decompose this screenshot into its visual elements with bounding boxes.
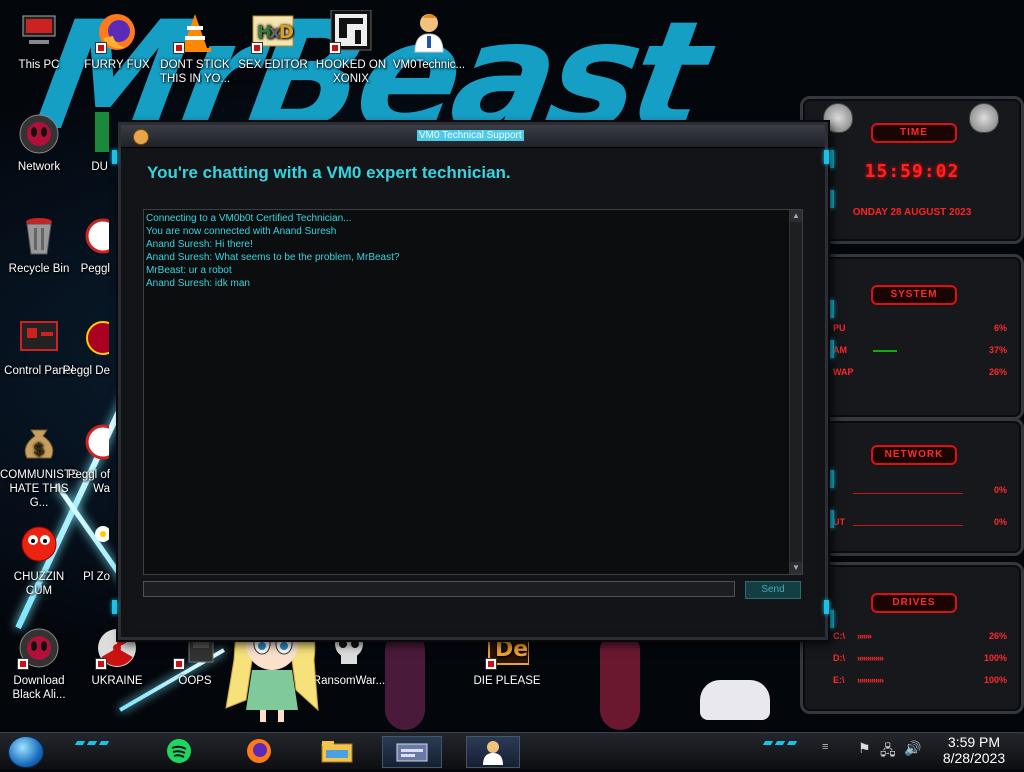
money-bag-icon: $ bbox=[17, 420, 61, 464]
desktop-icon-this-pc[interactable]: This PC bbox=[0, 10, 78, 72]
rail-light bbox=[828, 300, 834, 318]
network-row-in: 0% bbox=[993, 485, 1007, 495]
rail-light bbox=[828, 340, 834, 358]
chat-scrollbar[interactable]: ▲ ▼ bbox=[789, 210, 802, 574]
wallpaper-sneaker bbox=[700, 680, 770, 720]
alien-download-icon bbox=[17, 626, 61, 670]
drives-gadget-tab: DRIVES bbox=[871, 593, 957, 613]
chat-log[interactable]: Connecting to a VM0b0t Certified Technic… bbox=[143, 209, 803, 575]
window-app-icon bbox=[396, 743, 428, 762]
desktop-icon-peggle-wa[interactable]: Peggl of Wa bbox=[62, 420, 112, 496]
taskbar-window-app[interactable] bbox=[382, 736, 442, 768]
wallpaper-figure bbox=[385, 630, 425, 730]
window-edge-light bbox=[112, 600, 117, 614]
firefox-icon bbox=[95, 10, 139, 54]
desktop-icon-peggle[interactable]: Peggl bbox=[62, 214, 112, 276]
svg-text:$: $ bbox=[33, 439, 44, 458]
chat-message: MrBeast: ur a robot bbox=[146, 265, 232, 276]
ram-bar bbox=[873, 350, 897, 352]
time-gadget-tab: TIME bbox=[871, 123, 957, 143]
send-button[interactable]: Send bbox=[745, 581, 801, 599]
system-gadget[interactable]: SYSTEM PU 6% AM 37% WAP 26% bbox=[800, 254, 1024, 420]
peggle-icon bbox=[65, 316, 112, 360]
drive-row-c: C:\ ››››››› 26% bbox=[833, 631, 1007, 641]
xonix-game-icon bbox=[329, 9, 373, 54]
taskbar-firefox[interactable] bbox=[236, 736, 282, 766]
flower-icon bbox=[65, 522, 111, 566]
clock-date: 8/28/2023 bbox=[942, 750, 1006, 766]
recycle-bin-icon bbox=[17, 214, 61, 258]
svg-text:De: De bbox=[495, 637, 528, 662]
window-edge-light bbox=[824, 150, 829, 164]
window-edge-light bbox=[112, 150, 117, 164]
peggle-icon bbox=[65, 214, 112, 258]
system-row-ram: AM 37% bbox=[833, 345, 1007, 355]
control-panel-icon bbox=[17, 316, 61, 360]
chat-message: Connecting to a VM0b0t Certified Technic… bbox=[146, 213, 352, 224]
gadget-clock-date: ONDAY 28 AUGUST 2023 bbox=[852, 207, 972, 218]
chat-window[interactable]: VM0 Technical Support You're chatting wi… bbox=[118, 122, 828, 640]
window-titlebar[interactable]: VM0 Technical Support bbox=[121, 125, 825, 148]
system-row-swap: WAP 26% bbox=[833, 367, 1007, 377]
peggle-icon bbox=[65, 420, 112, 464]
desktop-icon-sex-editor[interactable]: HxD SEX EDITOR bbox=[234, 10, 312, 72]
rail-light bbox=[828, 470, 834, 488]
chat-heading: You're chatting with a VM0 expert techni… bbox=[147, 163, 511, 182]
gadget-clock-time: 15:59:02 bbox=[864, 161, 960, 182]
alien-head-icon bbox=[969, 103, 999, 133]
wallpaper-figure bbox=[600, 630, 640, 730]
network-gadget-tab: NETWORK bbox=[871, 445, 957, 465]
taskbar-file-explorer[interactable] bbox=[314, 736, 360, 766]
drive-row-e: E:\ ››››››››››››› 100% bbox=[833, 675, 1007, 685]
flag-icon[interactable]: ⚑ bbox=[858, 740, 871, 757]
file-explorer-icon bbox=[321, 741, 353, 763]
desktop-icon-download-black-ali[interactable]: Download Black Ali... bbox=[0, 626, 78, 702]
spotify-icon bbox=[167, 739, 191, 763]
computer-icon bbox=[17, 10, 61, 54]
time-gadget[interactable]: TIME 15:59:02 ONDAY 28 AUGUST 2023 bbox=[800, 96, 1024, 244]
chat-message: You are now connected with Anand Suresh bbox=[146, 226, 337, 237]
partial-icon bbox=[65, 112, 109, 156]
window-edge-light bbox=[824, 600, 829, 614]
show-hidden-icons-icon[interactable]: ≡ bbox=[822, 741, 828, 753]
chat-message: Anand Suresh: Hi there! bbox=[146, 239, 253, 250]
window-title: VM0 Technical Support bbox=[417, 130, 524, 141]
taskbar-clock[interactable]: 3:59 PM 8/28/2023 bbox=[930, 734, 1018, 766]
drives-gadget[interactable]: DRIVES C:\ ››››››› 26% D:\ ››››››››››››› 1… bbox=[800, 562, 1024, 714]
desktop-icon-dont-stick[interactable]: DONT STICK THIS IN YO... bbox=[156, 10, 234, 86]
rail-light bbox=[828, 510, 834, 528]
scroll-down-icon[interactable]: ▼ bbox=[790, 562, 802, 574]
drive-row-d: D:\ ››››››››››››› 100% bbox=[833, 653, 1007, 663]
technician-icon[interactable] bbox=[133, 129, 149, 145]
rail-light bbox=[828, 190, 834, 208]
chat-message: Anand Suresh: What seems to be the probl… bbox=[146, 252, 400, 263]
taskbar-spotify[interactable] bbox=[156, 736, 202, 766]
svg-text:D: D bbox=[279, 22, 294, 43]
volume-icon[interactable]: 🔊 bbox=[904, 740, 921, 757]
taskbar-vm0-technician[interactable] bbox=[466, 736, 520, 768]
system-gadget-tab: SYSTEM bbox=[871, 285, 957, 305]
vlc-cone-icon bbox=[173, 10, 217, 54]
chat-message-input[interactable] bbox=[143, 581, 735, 597]
network-row-out: UT 0% bbox=[833, 517, 1007, 527]
desktop-icon-du-partial[interactable]: DU bbox=[62, 112, 112, 174]
start-button[interactable] bbox=[8, 736, 44, 768]
desktop-icon-pl-zo[interactable]: Pl Zo bbox=[62, 522, 112, 584]
chat-message: Anand Suresh: idk man bbox=[146, 278, 250, 289]
network-alien-icon bbox=[17, 112, 61, 156]
network-status-icon[interactable]: 🖧 bbox=[880, 740, 896, 764]
chuzzle-icon bbox=[17, 522, 61, 566]
technician-icon bbox=[407, 10, 451, 54]
chat-panel: You're chatting with a VM0 expert techni… bbox=[129, 149, 817, 629]
desktop-icon-peggle-de[interactable]: Peggl De bbox=[62, 316, 112, 378]
desktop-icon-vm0technic[interactable]: VM0Technic... bbox=[390, 10, 468, 72]
technician-icon bbox=[483, 741, 503, 765]
hxd-editor-icon: HxD bbox=[251, 10, 295, 54]
firefox-icon bbox=[247, 739, 271, 763]
clock-time: 3:59 PM bbox=[947, 734, 1001, 750]
system-row-cpu: PU 6% bbox=[833, 323, 1007, 333]
desktop-icon-hooked-on-xonix[interactable]: HOOKED ON XONIX bbox=[312, 9, 390, 86]
desktop-icon-furry-fux[interactable]: FURRY FUX bbox=[78, 10, 156, 72]
scroll-up-icon[interactable]: ▲ bbox=[790, 210, 802, 222]
